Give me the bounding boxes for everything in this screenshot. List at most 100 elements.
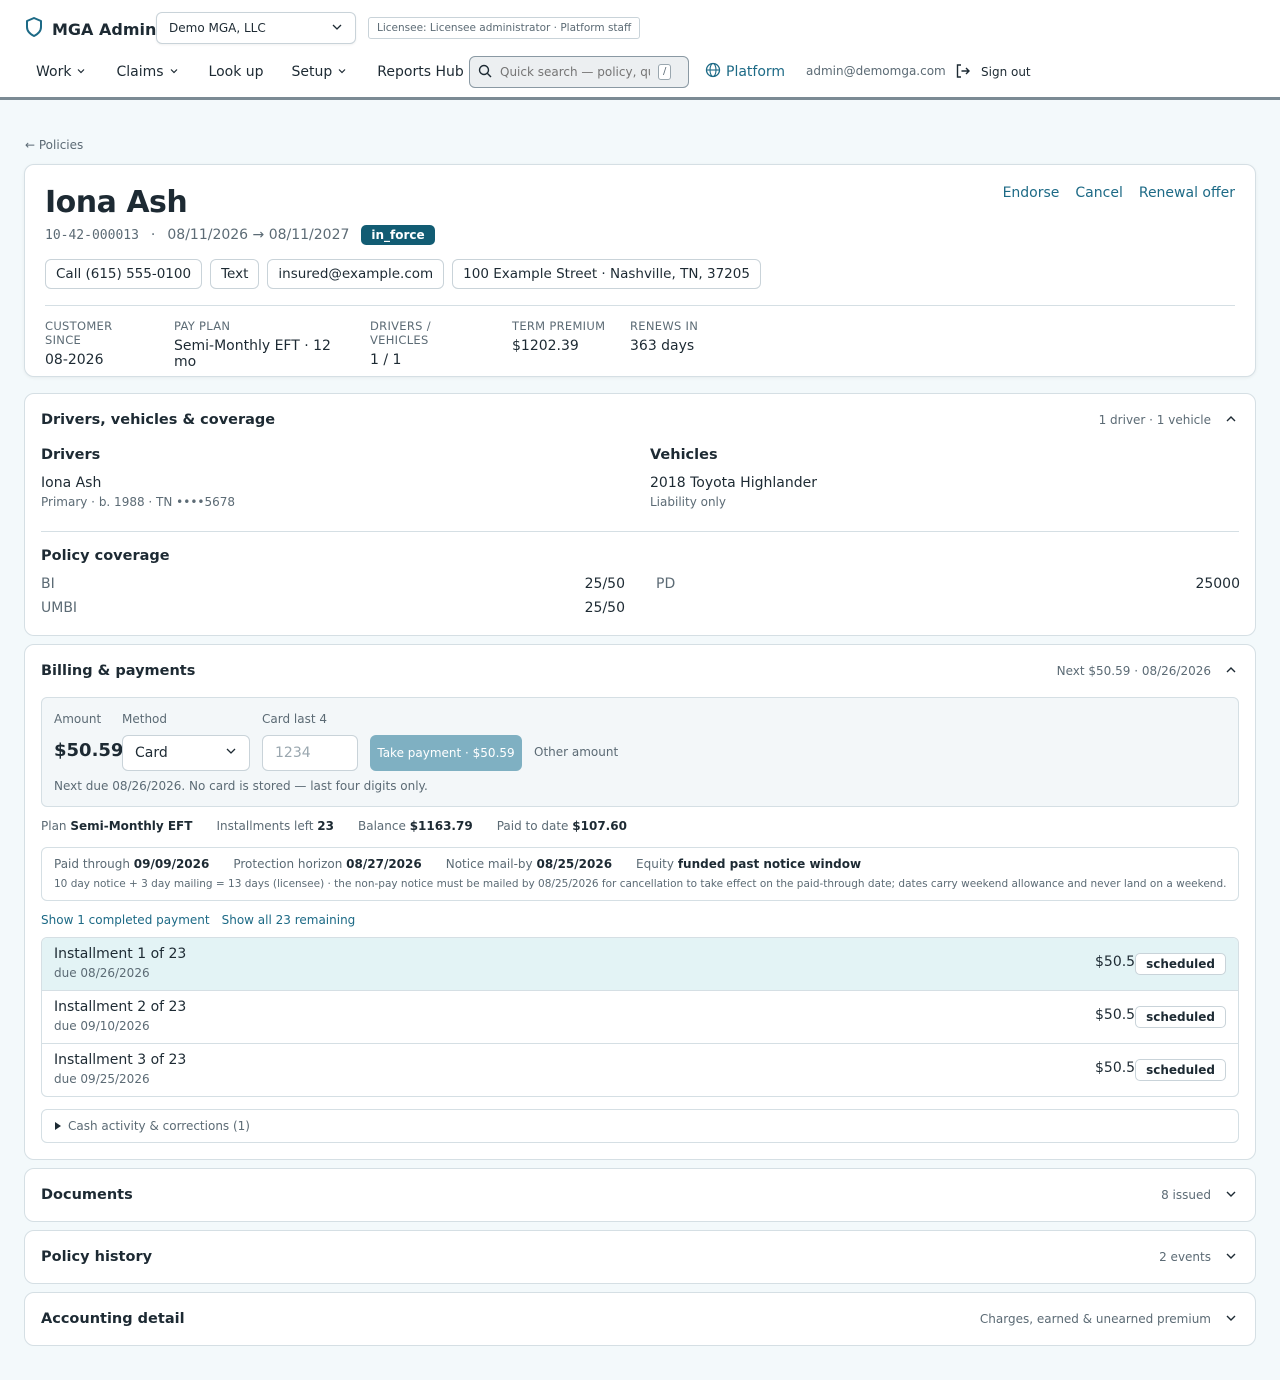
amount-value: $50.59 bbox=[54, 740, 124, 761]
chevron-up-icon[interactable] bbox=[1223, 411, 1239, 430]
chevron-down-icon[interactable] bbox=[1223, 1310, 1239, 1329]
section-header[interactable]: Drivers, vehicles & coverage 1 driver · … bbox=[41, 394, 1239, 446]
chevron-up-icon[interactable] bbox=[1223, 662, 1239, 681]
top-bar: MGA Admin Demo MGA, LLC Licensee: Licens… bbox=[0, 0, 1280, 100]
email-chip[interactable]: insured@example.com bbox=[267, 259, 445, 289]
nav-claims[interactable]: Claims bbox=[104, 56, 190, 88]
take-payment-button[interactable]: Take payment · $50.59 bbox=[370, 735, 522, 771]
section-header[interactable]: Accounting detail Charges, earned & unea… bbox=[41, 1293, 1239, 1345]
protection-horizon: Protection horizon 08/27/2026 bbox=[233, 857, 421, 871]
search-input[interactable] bbox=[500, 65, 650, 79]
section-header[interactable]: Billing & payments Next $50.59 · 08/26/2… bbox=[41, 645, 1239, 697]
shield-icon bbox=[24, 16, 44, 42]
globe-icon bbox=[705, 62, 721, 82]
nav-label: Reports Hub bbox=[377, 64, 464, 80]
installment-row[interactable]: Installment 2 of 23 due 09/10/2026 $50.5… bbox=[42, 991, 1238, 1044]
nav-reports-hub[interactable]: Reports Hub bbox=[365, 56, 475, 88]
nav-setup[interactable]: Setup bbox=[280, 56, 360, 88]
org-select[interactable]: Demo MGA, LLC bbox=[156, 12, 356, 44]
equity-label: Paid through bbox=[54, 857, 130, 871]
equity-label: Equity bbox=[636, 857, 674, 871]
stat-value: $1202.39 bbox=[512, 338, 579, 354]
policy-subline: 10-42-000013 · 08/11/2026 → 08/11/2027 i… bbox=[45, 225, 435, 245]
vehicle-name[interactable]: 2018 Toyota Highlander bbox=[650, 475, 817, 491]
summary-label: Plan bbox=[41, 819, 67, 833]
summary-value: 23 bbox=[317, 819, 334, 833]
vehicle-detail: Liability only bbox=[650, 495, 726, 509]
divider bbox=[45, 305, 1235, 306]
stat-renews-in: RENEWS IN 363 days bbox=[630, 319, 698, 370]
method-value: Card bbox=[135, 745, 168, 761]
endorse-button[interactable]: Endorse bbox=[1003, 185, 1060, 201]
summary-installments-left: Installments left 23 bbox=[216, 819, 334, 833]
section-header[interactable]: Policy history 2 events bbox=[41, 1231, 1239, 1283]
stat-value: 08-2026 bbox=[45, 352, 104, 368]
equity-value: funded past notice window bbox=[677, 857, 862, 871]
status-badge: scheduled bbox=[1135, 1059, 1226, 1081]
billing-payments-section: Billing & payments Next $50.59 · 08/26/2… bbox=[24, 644, 1256, 1160]
driver-name[interactable]: Iona Ash bbox=[41, 475, 101, 491]
nav-label: Claims bbox=[116, 64, 164, 80]
payment-note: Next due 08/26/2026. No card is stored —… bbox=[54, 779, 428, 793]
breadcrumb-policies[interactable]: ← Policies bbox=[25, 138, 83, 152]
quick-search[interactable]: / bbox=[469, 56, 689, 88]
chevron-down-icon bbox=[331, 21, 343, 36]
org-select-value: Demo MGA, LLC bbox=[169, 21, 266, 35]
driver-detail: Primary · b. 1988 · TN ••••5678 bbox=[41, 495, 236, 509]
cancel-button[interactable]: Cancel bbox=[1075, 185, 1122, 201]
equity-value: 08/25/2026 bbox=[536, 857, 613, 871]
coverage-label: BI bbox=[41, 576, 55, 592]
installment-title: Installment 2 of 23 bbox=[54, 999, 187, 1015]
chevron-down-icon bbox=[225, 745, 237, 761]
stat-value: 1 / 1 bbox=[370, 352, 402, 368]
equity-label: Notice mail-by bbox=[445, 857, 533, 871]
stat-pay-plan: PAY PLAN Semi-Monthly EFT · 12 mo bbox=[174, 319, 346, 370]
sign-out-button[interactable]: Sign out bbox=[955, 61, 1031, 83]
policy-actions: Endorse Cancel Renewal offer bbox=[1003, 185, 1235, 201]
drivers-vehicles-coverage-section: Drivers, vehicles & coverage 1 driver · … bbox=[24, 393, 1256, 636]
call-chip[interactable]: Call (615) 555-0100 bbox=[45, 259, 203, 289]
coverage-label: UMBI bbox=[41, 600, 78, 616]
insured-name: Iona Ash bbox=[45, 185, 188, 220]
summary-paid-to-date: Paid to date $107.60 bbox=[497, 819, 627, 833]
stat-label: CUSTOMER SINCE bbox=[45, 319, 113, 347]
stat-drivers-vehicles: DRIVERS / VEHICLES 1 / 1 bbox=[370, 319, 488, 370]
chevron-down-icon bbox=[337, 64, 347, 80]
chevron-down-icon[interactable] bbox=[1223, 1186, 1239, 1205]
installment-due: due 08/26/2026 bbox=[54, 966, 150, 980]
nav-look-up[interactable]: Look up bbox=[197, 56, 276, 88]
renewal-offer-button[interactable]: Renewal offer bbox=[1139, 185, 1235, 201]
section-title: Policy history bbox=[41, 1249, 153, 1265]
method-select[interactable]: Card bbox=[122, 735, 250, 771]
section-meta: 1 driver · 1 vehicle bbox=[1098, 413, 1211, 427]
other-amount-link[interactable]: Other amount bbox=[534, 745, 618, 759]
take-payment-panel: Amount $50.59 Method Card Card last 4 Ta… bbox=[41, 697, 1239, 807]
summary-value: $107.60 bbox=[572, 819, 627, 833]
stat-label: TERM PREMIUM bbox=[512, 319, 606, 333]
section-meta: 8 issued bbox=[1161, 1188, 1211, 1202]
platform-link[interactable]: Platform bbox=[705, 60, 785, 84]
section-header[interactable]: Documents 8 issued bbox=[41, 1169, 1239, 1221]
coverage-value: 25/50 bbox=[584, 576, 625, 592]
show-completed-link[interactable]: Show 1 completed payment bbox=[41, 913, 210, 927]
installment-row[interactable]: Installment 1 of 23 due 08/26/2026 $50.5… bbox=[42, 938, 1238, 991]
coverage-value: 25/50 bbox=[584, 600, 625, 616]
coverage-row-umbi: UMBI 25/50 bbox=[41, 600, 625, 616]
section-meta: Charges, earned & unearned premium bbox=[979, 1312, 1211, 1326]
installment-row[interactable]: Installment 3 of 23 due 09/25/2026 $50.5… bbox=[42, 1044, 1238, 1096]
nav-work[interactable]: Work bbox=[24, 56, 98, 88]
cash-activity-toggle[interactable]: Cash activity & corrections (1) bbox=[41, 1109, 1239, 1143]
card-last4-input[interactable] bbox=[262, 735, 358, 771]
search-shortcut: / bbox=[658, 64, 672, 80]
section-meta: Next $50.59 · 08/26/2026 bbox=[1056, 664, 1211, 678]
address-chip[interactable]: 100 Example Street · Nashville, TN, 3720… bbox=[452, 259, 761, 289]
chevron-down-icon[interactable] bbox=[1223, 1248, 1239, 1267]
platform-label: Platform bbox=[726, 64, 786, 80]
accounting-detail-section: Accounting detail Charges, earned & unea… bbox=[24, 1292, 1256, 1346]
brand[interactable]: MGA Admin bbox=[24, 16, 156, 42]
contact-chips: Call (615) 555-0100 Text insured@example… bbox=[45, 259, 761, 289]
cash-activity-label: Cash activity & corrections (1) bbox=[68, 1119, 250, 1133]
section-title: Accounting detail bbox=[41, 1311, 185, 1327]
text-chip[interactable]: Text bbox=[210, 259, 260, 289]
show-remaining-link[interactable]: Show all 23 remaining bbox=[222, 913, 356, 927]
